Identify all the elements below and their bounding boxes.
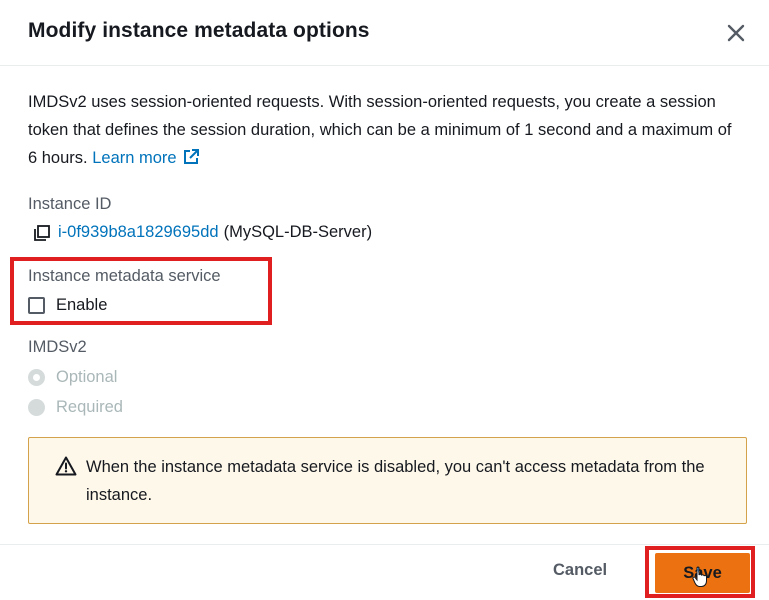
instance-name: (MySQL-DB-Server) [223,223,373,241]
dialog-title: Modify instance metadata options [28,19,370,42]
learn-more-label: Learn more [92,149,177,167]
hand-pointer-icon [692,566,707,587]
warning-icon [55,456,77,476]
close-icon [727,24,745,42]
learn-more-link[interactable]: Learn more [92,149,199,167]
radio-optional[interactable] [28,369,45,386]
warning-alert: When the instance metadata service is di… [28,437,747,524]
dialog-header: Modify instance metadata options [0,0,769,66]
imdsv2-label: IMDSv2 [28,338,87,356]
radio-optional-row[interactable]: Optional [28,368,117,387]
instance-id-row: i-0f939b8a1829695dd (MySQL-DB-Server) [33,223,372,242]
alert-text: When the instance metadata service is di… [86,458,705,504]
radio-required-label: Required [56,398,123,416]
dialog-description: IMDSv2 uses session-oriented requests. W… [28,88,738,172]
close-button[interactable] [723,20,749,46]
modify-metadata-dialog: Modify instance metadata options IMDSv2 … [0,0,769,600]
copy-icon[interactable] [33,224,51,242]
highlight-box-metadata-service [10,257,272,325]
instance-id-label: Instance ID [28,195,112,213]
external-link-icon [183,149,199,164]
cancel-button[interactable]: Cancel [553,561,607,580]
instance-id-link[interactable]: i-0f939b8a1829695dd [58,223,219,242]
radio-optional-label: Optional [56,368,118,386]
radio-required[interactable] [28,399,45,416]
radio-required-row[interactable]: Required [28,398,123,417]
